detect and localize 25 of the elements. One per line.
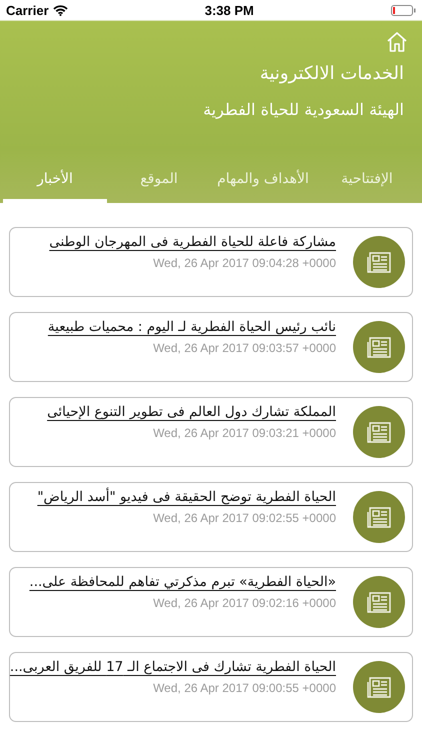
news-date: Wed, 26 Apr 2017 09:02:16 +0000	[153, 596, 336, 610]
newspaper-icon	[353, 576, 405, 628]
news-title: نائب رئيس الحياة الفطرية لـ اليوم : محميات طبيعية	[48, 319, 336, 335]
clock-time: 3:38 PM	[204, 2, 254, 18]
wifi-icon	[52, 4, 68, 16]
news-date: Wed, 26 Apr 2017 09:03:57 +0000	[153, 341, 336, 355]
news-date: Wed, 26 Apr 2017 09:04:28 +0000	[153, 256, 336, 270]
news-date: Wed, 26 Apr 2017 09:00:55 +0000	[153, 681, 336, 695]
app-title: الخدمات الالكترونية	[260, 63, 404, 84]
news-title: مشاركة فاعلة للحياة الفطرية فى المهرجان الوطنى	[49, 234, 336, 250]
newspaper-icon	[353, 321, 405, 373]
newspaper-icon	[353, 491, 405, 543]
news-title: «الحياة الفطرية» تبرم مذكرتي تفاهم للمحافظة على...	[29, 574, 336, 590]
battery-icon	[391, 4, 416, 16]
news-date: Wed, 26 Apr 2017 09:03:21 +0000	[153, 426, 336, 440]
carrier-label: Carrier	[6, 2, 49, 18]
news-date: Wed, 26 Apr 2017 09:02:55 +0000	[153, 511, 336, 525]
home-icon[interactable]	[386, 31, 408, 53]
newspaper-icon	[353, 236, 405, 288]
news-title: الحياة الفطرية توضح الحقيقة فى فيديو "أسد الرياض"	[37, 489, 336, 505]
news-title: المملكة تشارك دول العالم فى تطوير التنوع الإحيائى	[47, 404, 336, 420]
organization-name: الهيئة السعودية للحياة الفطرية	[203, 100, 404, 119]
newspaper-icon	[353, 661, 405, 713]
newspaper-icon	[353, 406, 405, 458]
news-title: الحياة الفطرية تشارك فى الاجتماع الـ 17 للفريق العربى...	[10, 659, 336, 675]
